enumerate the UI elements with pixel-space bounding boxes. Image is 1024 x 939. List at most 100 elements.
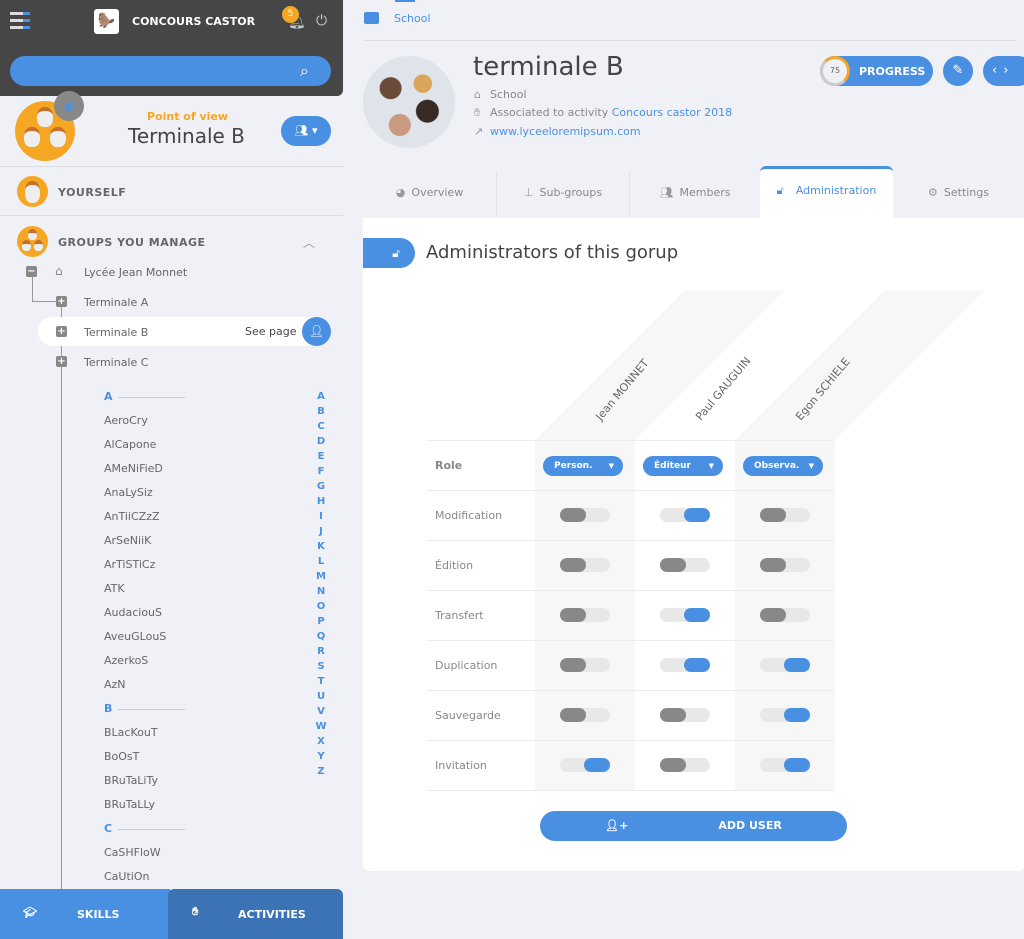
alphabet-letter[interactable]: R bbox=[314, 644, 328, 659]
role-dropdown[interactable]: Éditeur ▼ bbox=[643, 456, 723, 476]
tab-activities[interactable]: ✋︎ ACTIVITIES bbox=[168, 889, 343, 939]
tab-administration[interactable]: 🔓︎ Administration bbox=[760, 166, 893, 220]
alphabet-letter[interactable]: S bbox=[314, 659, 328, 674]
permission-toggle[interactable] bbox=[760, 558, 810, 572]
alphabet-letter[interactable]: L bbox=[314, 554, 328, 569]
edit-button[interactable]: ✎ bbox=[943, 56, 973, 86]
permission-toggle[interactable] bbox=[660, 758, 710, 772]
tab-sub-groups[interactable]: ⊥ Sub-groups bbox=[497, 168, 629, 218]
alphabet-letter[interactable]: M bbox=[314, 569, 328, 584]
list-item[interactable]: AlCapone bbox=[104, 438, 156, 451]
permission-toggle[interactable] bbox=[660, 608, 710, 622]
list-item[interactable]: ArTiSTiCz bbox=[104, 558, 155, 571]
alphabet-letter[interactable]: K bbox=[314, 539, 328, 554]
list-item[interactable]: AzN bbox=[104, 678, 126, 691]
alphabet-letter[interactable]: H bbox=[314, 494, 328, 509]
menu-icon[interactable] bbox=[10, 12, 30, 30]
alphabet-letter[interactable]: W bbox=[314, 719, 328, 734]
alphabet-letter[interactable]: N bbox=[314, 584, 328, 599]
list-item[interactable]: BLacKouT bbox=[104, 726, 158, 739]
tree-item[interactable]: Terminale A bbox=[84, 296, 148, 309]
alphabet-letter[interactable]: C bbox=[314, 419, 328, 434]
permission-toggle[interactable] bbox=[760, 758, 810, 772]
toggle-knob bbox=[760, 608, 786, 622]
permission-toggle[interactable] bbox=[660, 658, 710, 672]
list-item[interactable]: ATK bbox=[104, 582, 125, 595]
app-logo: 🦫 bbox=[94, 9, 119, 34]
permission-toggle[interactable] bbox=[760, 508, 810, 522]
alphabet-letter[interactable]: F bbox=[314, 464, 328, 479]
list-item[interactable]: BoOsT bbox=[104, 750, 139, 763]
list-item[interactable]: AzerkoS bbox=[104, 654, 148, 667]
alphabet-letter[interactable]: A bbox=[314, 389, 328, 404]
group-switch-button[interactable]: 👥︎ ▾ bbox=[281, 116, 331, 146]
alphabet-letter[interactable]: V bbox=[314, 704, 328, 719]
expand-icon[interactable]: + bbox=[56, 296, 67, 307]
list-item[interactable]: BRuTaLiTy bbox=[104, 774, 158, 787]
alphabet-letter[interactable]: U bbox=[314, 689, 328, 704]
breadcrumb[interactable]: School bbox=[394, 12, 431, 25]
chevron-up-icon[interactable]: ︿ bbox=[303, 234, 315, 251]
tab-members[interactable]: 👥︎ Members bbox=[630, 168, 760, 218]
alphabet-letter[interactable]: T bbox=[314, 674, 328, 689]
permission-toggle[interactable] bbox=[560, 708, 610, 722]
expand-icon[interactable]: + bbox=[56, 356, 67, 367]
list-item[interactable]: AveuGLouS bbox=[104, 630, 166, 643]
tab-settings[interactable]: ⚙ Settings bbox=[893, 168, 1024, 218]
alphabet-letter[interactable]: Z bbox=[314, 764, 328, 779]
tab-overview[interactable]: ◕ Overview bbox=[363, 168, 496, 218]
list-item[interactable]: BRuTaLLy bbox=[104, 798, 155, 811]
permission-toggle[interactable] bbox=[560, 758, 610, 772]
tab-skills[interactable]: 🎓︎ SKILLS bbox=[0, 889, 170, 939]
see-page-button[interactable]: 👤︎ bbox=[302, 317, 331, 346]
permission-toggle[interactable] bbox=[760, 658, 810, 672]
permission-toggle[interactable] bbox=[560, 658, 610, 672]
search-icon[interactable]: ⌕ bbox=[300, 61, 309, 81]
list-item[interactable]: CaUtiOn bbox=[104, 870, 149, 883]
permission-toggle[interactable] bbox=[560, 508, 610, 522]
alphabet-letter[interactable]: P bbox=[314, 614, 328, 629]
eye-icon[interactable]: ◉ bbox=[54, 91, 84, 121]
prev-next-button[interactable]: ‹› bbox=[983, 56, 1024, 86]
alphabet-letter[interactable]: J bbox=[314, 524, 328, 539]
alphabet-letter[interactable]: Y bbox=[314, 749, 328, 764]
add-user-button[interactable]: 👤︎+ ADD USER bbox=[540, 811, 847, 841]
alphabet-letter[interactable]: I bbox=[314, 509, 328, 524]
list-item[interactable]: AnTiiCZzZ bbox=[104, 510, 160, 523]
tree-root[interactable]: Lycée Jean Monnet bbox=[84, 266, 187, 279]
alphabet-letter[interactable]: O bbox=[314, 599, 328, 614]
list-item[interactable]: AMeNiFieD bbox=[104, 462, 163, 475]
tree-item[interactable]: Terminale B bbox=[84, 326, 148, 339]
expand-icon[interactable]: + bbox=[56, 326, 67, 337]
alphabet-letter[interactable]: D bbox=[314, 434, 328, 449]
tree-item[interactable]: Terminale C bbox=[84, 356, 148, 369]
permission-toggle[interactable] bbox=[660, 708, 710, 722]
website-link[interactable]: www.lyceeloremipsum.com bbox=[490, 125, 641, 138]
list-item[interactable]: AeroCry bbox=[104, 414, 148, 427]
permission-toggle[interactable] bbox=[560, 558, 610, 572]
permission-toggle[interactable] bbox=[760, 708, 810, 722]
search-input[interactable] bbox=[10, 56, 331, 86]
permission-toggle[interactable] bbox=[660, 558, 710, 572]
list-item[interactable]: AudaciouS bbox=[104, 606, 162, 619]
list-item[interactable]: CaSHFloW bbox=[104, 846, 161, 859]
progress-button[interactable]: 75 PROGRESS bbox=[820, 56, 933, 86]
role-dropdown[interactable]: Observa. ▼ bbox=[743, 456, 823, 476]
collapse-icon[interactable]: − bbox=[26, 266, 37, 277]
alphabet-letter[interactable]: X bbox=[314, 734, 328, 749]
yourself-item[interactable]: YOURSELF bbox=[58, 186, 126, 199]
activity-link[interactable]: Concours castor 2018 bbox=[612, 106, 732, 119]
list-item[interactable]: AnaLySiz bbox=[104, 486, 153, 499]
list-item[interactable]: ArSeNiiK bbox=[104, 534, 151, 547]
power-icon[interactable]: ⏻ bbox=[316, 13, 327, 29]
permission-toggle[interactable] bbox=[660, 508, 710, 522]
permission-toggle[interactable] bbox=[760, 608, 810, 622]
alphabet-letter[interactable]: B bbox=[314, 404, 328, 419]
role-dropdown[interactable]: Person. ▼ bbox=[543, 456, 623, 476]
alphabet-letter[interactable]: Q bbox=[314, 629, 328, 644]
see-page-label[interactable]: See page bbox=[245, 325, 297, 338]
alphabet-letter[interactable]: G bbox=[314, 479, 328, 494]
alphabet-letter[interactable]: E bbox=[314, 449, 328, 464]
folder-icon bbox=[364, 12, 379, 24]
permission-toggle[interactable] bbox=[560, 608, 610, 622]
